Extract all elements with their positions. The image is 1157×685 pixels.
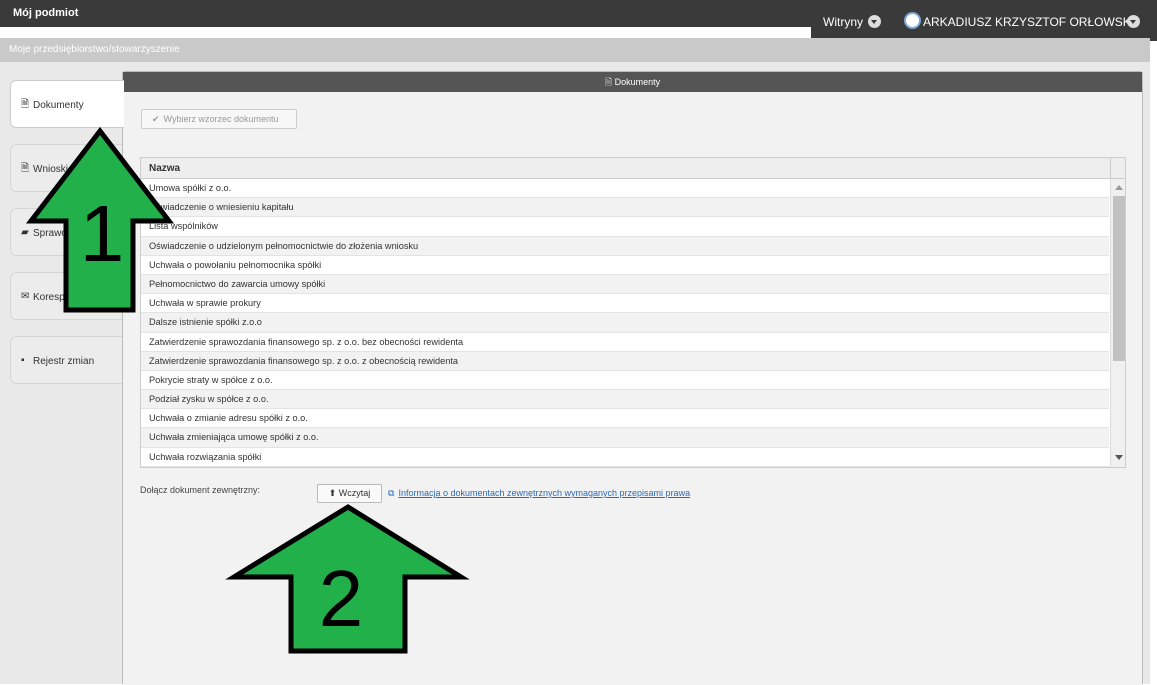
document-icon: 🗎 [21, 99, 30, 110]
table-row[interactable]: Oświadczenie o wniesieniu kapitału [141, 198, 1109, 218]
app-title[interactable]: Mój podmiot [13, 7, 78, 19]
table-row[interactable]: Pokrycie straty w spółce z o.o. [141, 371, 1109, 391]
tab-label: Sprawo [33, 228, 67, 239]
tab-label: Koresp [33, 292, 65, 303]
user-menu[interactable]: ARKADIUSZ KRZYSZTOF ORŁOWSKI [923, 15, 1134, 29]
tab-documents[interactable]: 🗎 Dokumenty [10, 80, 124, 128]
user-avatar-icon [904, 12, 921, 29]
top-right-menu: Witryny ARKADIUSZ KRZYSZTOF ORŁOWSKI [811, 0, 1157, 41]
upload-label: Wczytaj [338, 488, 371, 498]
check-icon: ✔ [152, 114, 160, 124]
upload-document-icon: 🗎 [21, 163, 30, 174]
table-row[interactable]: Pełnomocnictwo do zawarcia umowy spółki [141, 274, 1109, 295]
info-link-text: Informacja o dokumentach zewnętrznych wy… [398, 488, 691, 498]
tab-label: Rejestr zmian [33, 356, 95, 367]
choose-template-button[interactable]: ✔ Wybierz wzorzec dokumentu [141, 109, 297, 129]
table-row[interactable]: Podział zysku w spółce z o.o. [141, 390, 1109, 410]
scroll-down-icon[interactable] [1115, 455, 1123, 460]
tab-change-log[interactable]: ▪ Rejestr zmian [10, 336, 124, 384]
envelope-icon: ✉ [21, 291, 30, 302]
table-row[interactable]: Uchwała o zmianie adresu spółki z o.o. [141, 409, 1109, 429]
table-row[interactable]: Uchwała zmieniająca umowę spółki z o.o. [141, 428, 1109, 448]
user-chevron-down-icon[interactable] [1127, 15, 1140, 28]
documents-table: Nazwa Umowa spółki z o.o. Oświadczenie o … [140, 157, 1126, 468]
panel-header: 🗎 Dokumenty [123, 72, 1142, 92]
table-row[interactable]: Lista wspólników [141, 217, 1109, 237]
sites-chevron-down-icon[interactable] [868, 15, 881, 28]
documents-panel: 🗎 Dokumenty ✔ Wybierz wzorzec dokumentu N… [122, 71, 1143, 685]
panel-body: ✔ Wybierz wzorzec dokumentu Nazwa Umowa s… [123, 92, 1142, 685]
table-scrollbar[interactable] [1110, 179, 1125, 467]
briefcase-icon: ▪ [21, 355, 25, 366]
scroll-up-icon[interactable] [1115, 185, 1123, 190]
page-title: Moje przedsiębiorstwo/stowarzyszenie [9, 44, 180, 55]
table-row[interactable]: Zatwierdzenie sprawozdania finansowego s… [141, 333, 1109, 352]
column-header-name[interactable]: Nazwa [141, 158, 1110, 179]
choose-template-label: Wybierz wzorzec dokumentu [163, 114, 279, 124]
table-row[interactable]: Oświadczenie o udzielonym pełnomocnictwi… [141, 236, 1109, 256]
external-docs-info-link[interactable]: ⧉ Informacja o dokumentach zewnętrznych w… [388, 488, 690, 499]
table-row[interactable]: Uchwała w sprawie prokury [141, 294, 1109, 314]
scrollbar-thumb[interactable] [1113, 196, 1125, 361]
tab-cases[interactable]: ▰ Sprawo [10, 208, 124, 256]
sites-menu[interactable]: Witryny [823, 15, 863, 29]
panel-title: Dokumenty [614, 77, 661, 87]
external-link-icon: ⧉ [388, 488, 395, 498]
table-header-filler [1110, 158, 1125, 179]
document-icon: 🗎 [604, 77, 615, 87]
table-row[interactable]: Zatwierdzenie sprawozdania finansowego s… [141, 351, 1109, 371]
tab-applications[interactable]: 🗎 Wnioski [10, 144, 124, 192]
tab-correspondence[interactable]: ✉ Koresp [10, 272, 124, 320]
tab-label: Dokumenty [33, 100, 84, 111]
table-row[interactable]: Uchwała o powołaniu pełnomocnika spółki [141, 256, 1109, 275]
breadcrumb: Moje przedsiębiorstwo/stowarzyszenie [0, 38, 1150, 62]
table-rows: Umowa spółki z o.o. Oświadczenie o wniesi… [141, 179, 1109, 467]
upload-button[interactable]: ⬆ Wczytaj [317, 484, 382, 503]
folder-icon: ▰ [21, 227, 29, 238]
upload-icon: ⬆ [328, 488, 339, 498]
tab-label: Wnioski [33, 164, 69, 175]
table-row[interactable]: Dalsze istnienie spółki z.o.o [141, 313, 1109, 333]
attach-external-label: Dołącz dokument zewnętrzny: [140, 485, 261, 495]
table-row[interactable]: Uchwała rozwiązania spółki [141, 448, 1109, 467]
table-row[interactable]: Umowa spółki z o.o. [141, 179, 1109, 199]
